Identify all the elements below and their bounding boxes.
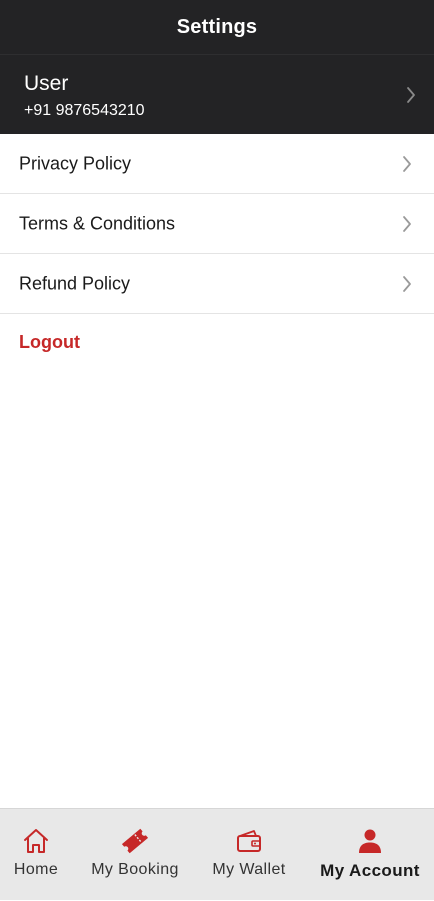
wallet-icon xyxy=(237,830,261,852)
menu-item-refund-policy[interactable]: Refund Policy xyxy=(0,254,434,314)
tab-label: My Wallet xyxy=(212,861,286,878)
chevron-right-icon xyxy=(407,87,415,103)
settings-menu: Privacy Policy Terms & Conditions Refund… xyxy=(0,134,434,314)
app-header: Settings xyxy=(0,0,434,54)
ticket-icon xyxy=(121,828,149,854)
tab-my-booking[interactable]: My Booking xyxy=(80,809,190,901)
tab-home[interactable]: Home xyxy=(0,809,72,901)
profile-name: User xyxy=(24,72,69,95)
tab-label: Home xyxy=(13,861,59,878)
profile-row[interactable]: User +91 9876543210 xyxy=(0,54,434,134)
tab-my-account[interactable]: My Account xyxy=(306,809,434,901)
tab-label: My Account xyxy=(320,861,420,880)
menu-item-label: Privacy Policy xyxy=(19,153,132,173)
tab-my-wallet[interactable]: My Wallet xyxy=(200,809,298,901)
page-title: Settings xyxy=(176,15,258,38)
menu-item-label: Terms & Conditions xyxy=(19,213,176,233)
menu-item-terms-conditions[interactable]: Terms & Conditions xyxy=(0,194,434,254)
profile-phone: +91 9876543210 xyxy=(24,102,145,119)
menu-item-privacy-policy[interactable]: Privacy Policy xyxy=(0,134,434,194)
chevron-right-icon xyxy=(403,275,411,292)
chevron-right-icon xyxy=(403,215,411,232)
tab-label: My Booking xyxy=(91,861,179,878)
home-icon xyxy=(24,829,48,853)
person-icon xyxy=(359,829,381,853)
chevron-right-icon xyxy=(403,155,411,172)
logout-button[interactable]: Logout xyxy=(19,332,80,353)
menu-item-label: Refund Policy xyxy=(19,273,131,293)
bottom-tab-bar: Home My Booking My Wallet My Account xyxy=(0,808,434,900)
